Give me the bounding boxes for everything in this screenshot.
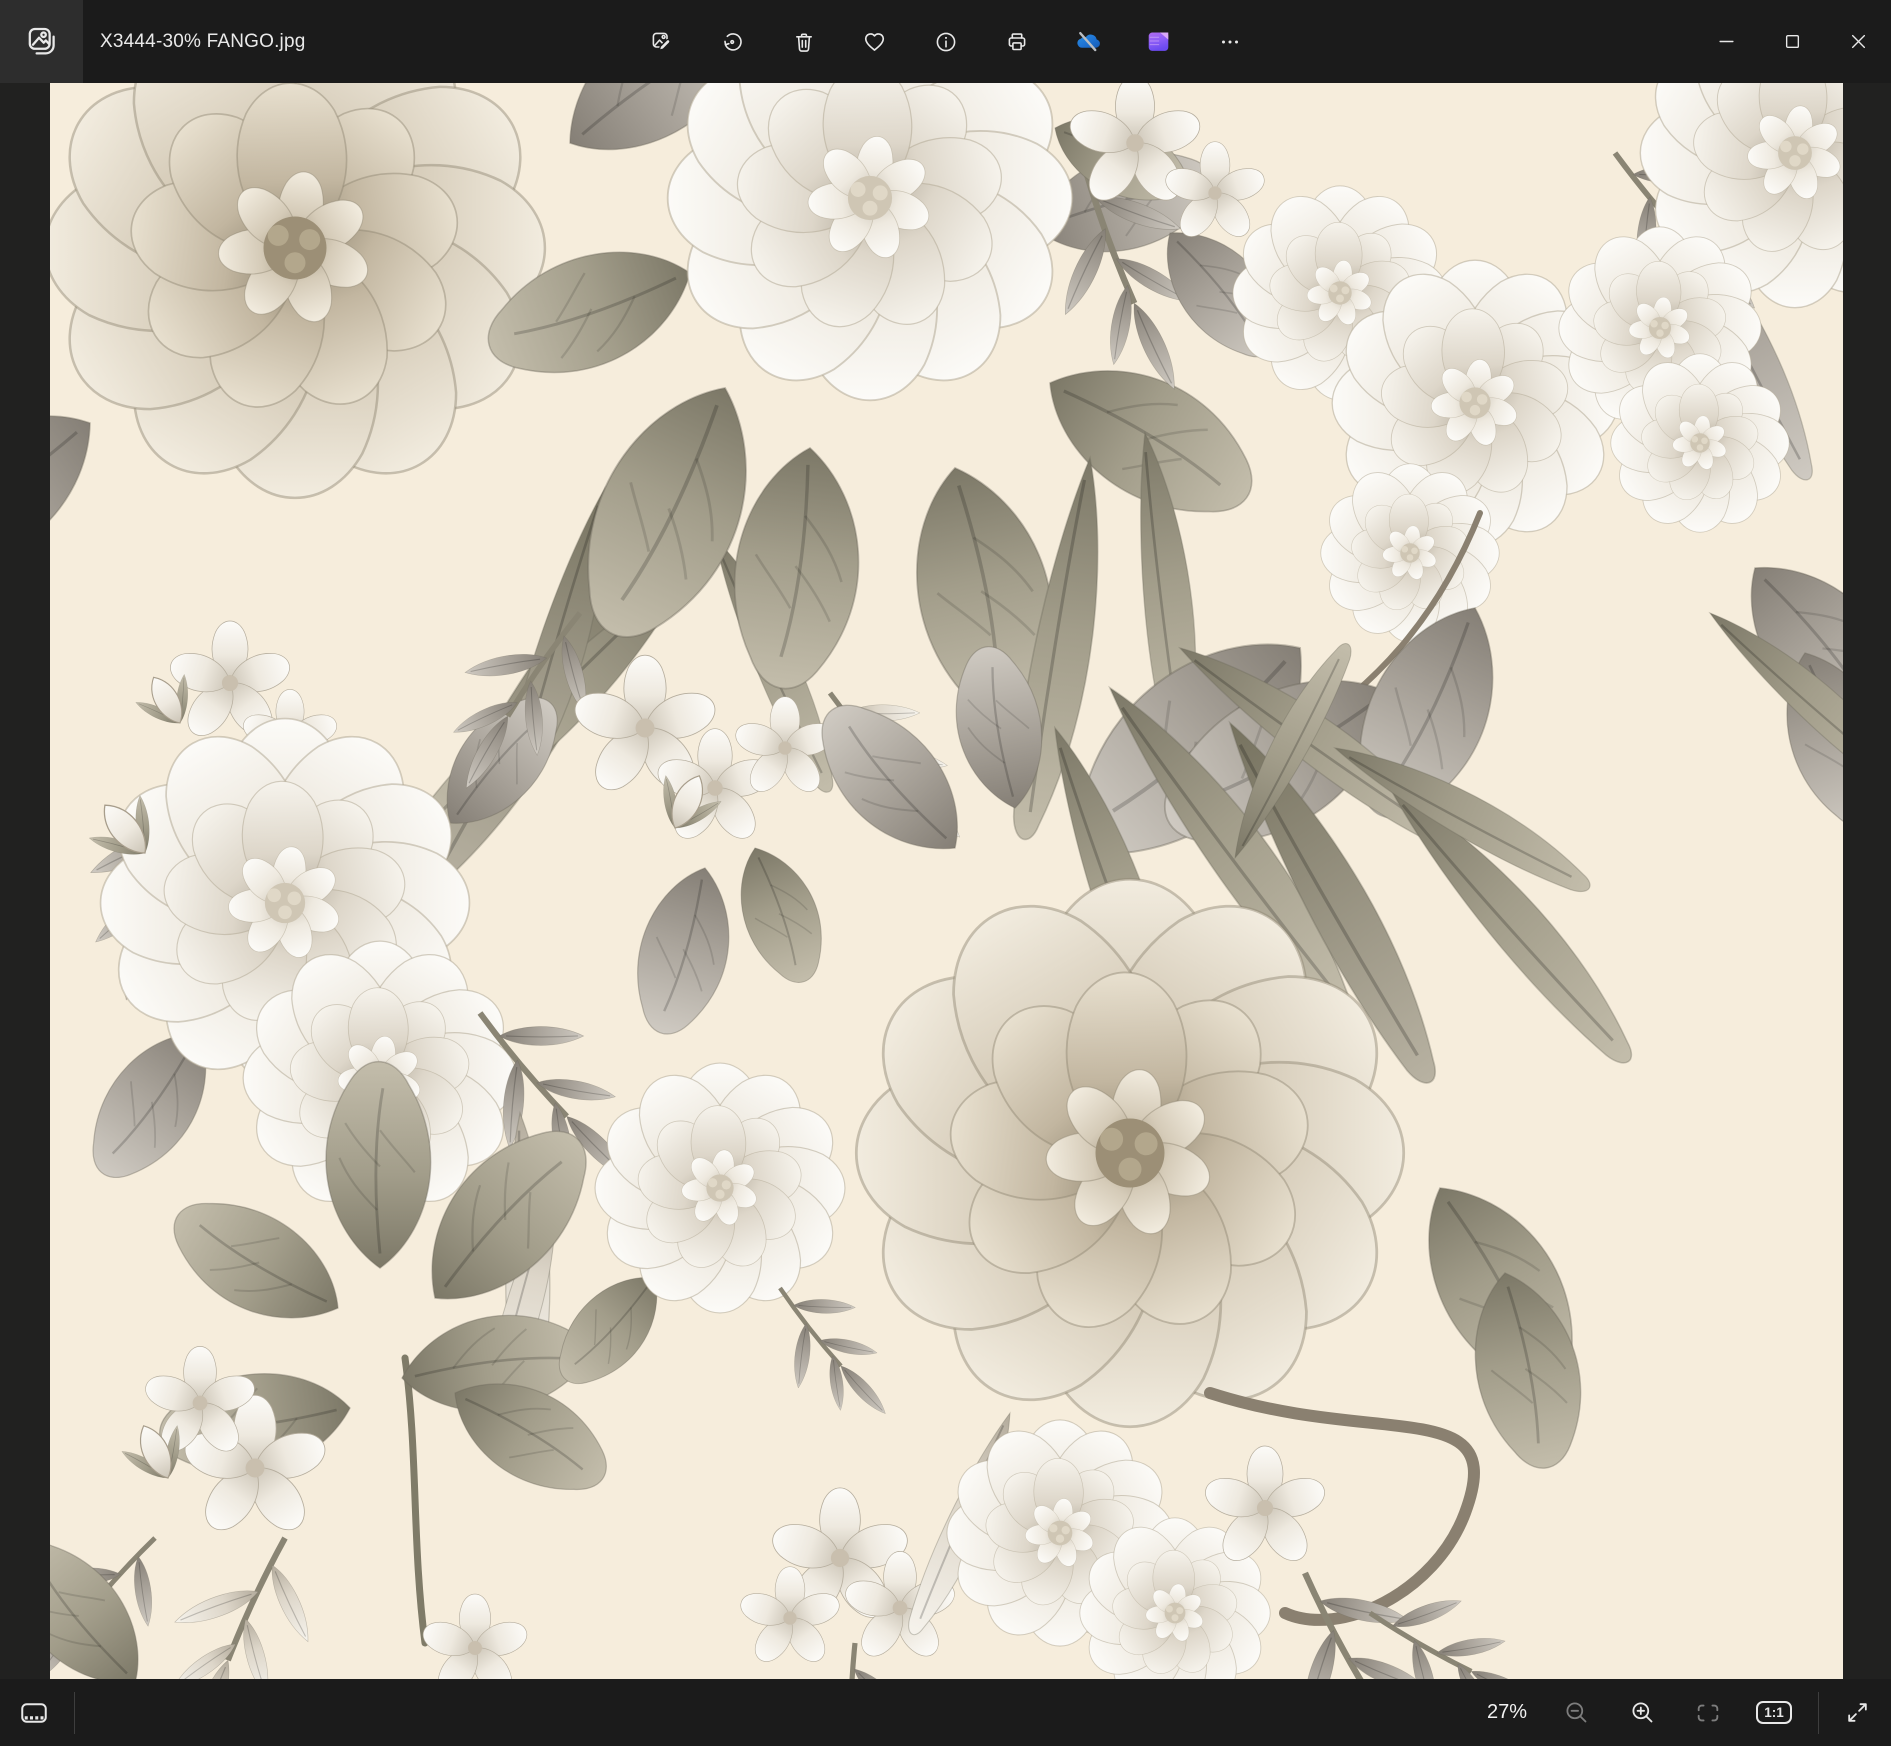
filmstrip-icon: [19, 1698, 49, 1728]
minimize-icon: [1718, 33, 1735, 50]
see-more-icon: [1218, 30, 1242, 54]
delete-icon: [792, 30, 816, 54]
titlebar: X3444-30% FANGO.jpg: [0, 0, 1891, 83]
zoom-out-button[interactable]: [1554, 1691, 1598, 1735]
edit-image-icon: [650, 30, 674, 54]
image-filename: X3444-30% FANGO.jpg: [100, 0, 306, 83]
bottombar-divider-right: [1818, 1692, 1819, 1734]
rotate-button[interactable]: [712, 21, 754, 63]
fit-to-window-icon: [1694, 1699, 1722, 1727]
fit-to-window-button[interactable]: [1686, 1691, 1730, 1735]
onedrive-sync-off-icon: [1074, 28, 1101, 55]
photo-toolbar: [641, 0, 1251, 83]
zoom-in-button[interactable]: [1620, 1691, 1664, 1735]
clipchamp-button[interactable]: [1138, 21, 1180, 63]
image-viewport: [0, 83, 1891, 1679]
maximize-button[interactable]: [1759, 0, 1825, 83]
favorite-button[interactable]: [854, 21, 896, 63]
bottombar: 27% 1:1: [0, 1679, 1891, 1746]
onedrive-button[interactable]: [1067, 21, 1109, 63]
print-icon: [1005, 30, 1029, 54]
info-button[interactable]: [925, 21, 967, 63]
bottombar-divider-left: [74, 1692, 75, 1734]
close-button[interactable]: [1825, 0, 1891, 83]
favorite-heart-icon: [862, 29, 887, 54]
zoom-out-icon: [1563, 1699, 1590, 1726]
fullscreen-icon: [1844, 1699, 1871, 1726]
photos-app-button[interactable]: [0, 0, 83, 83]
edit-image-button[interactable]: [641, 21, 683, 63]
actual-size-button[interactable]: 1:1: [1752, 1691, 1796, 1735]
see-more-button[interactable]: [1209, 21, 1251, 63]
maximize-icon: [1784, 33, 1801, 50]
actual-size-icon: 1:1: [1756, 1701, 1792, 1724]
zoom-level-label: 27%: [1487, 1701, 1527, 1724]
photos-app-icon: [25, 25, 59, 59]
window-controls: [1693, 0, 1891, 83]
photo-canvas[interactable]: [50, 83, 1843, 1679]
zoom-in-icon: [1629, 1699, 1656, 1726]
info-icon: [934, 30, 958, 54]
fullscreen-button[interactable]: [1835, 1691, 1879, 1735]
clipchamp-icon: [1146, 29, 1171, 54]
filmstrip-button[interactable]: [11, 1690, 57, 1736]
delete-button[interactable]: [783, 21, 825, 63]
print-button[interactable]: [996, 21, 1038, 63]
minimize-button[interactable]: [1693, 0, 1759, 83]
floral-pattern-image: [50, 83, 1843, 1679]
close-icon: [1850, 33, 1867, 50]
rotate-icon: [721, 30, 745, 54]
